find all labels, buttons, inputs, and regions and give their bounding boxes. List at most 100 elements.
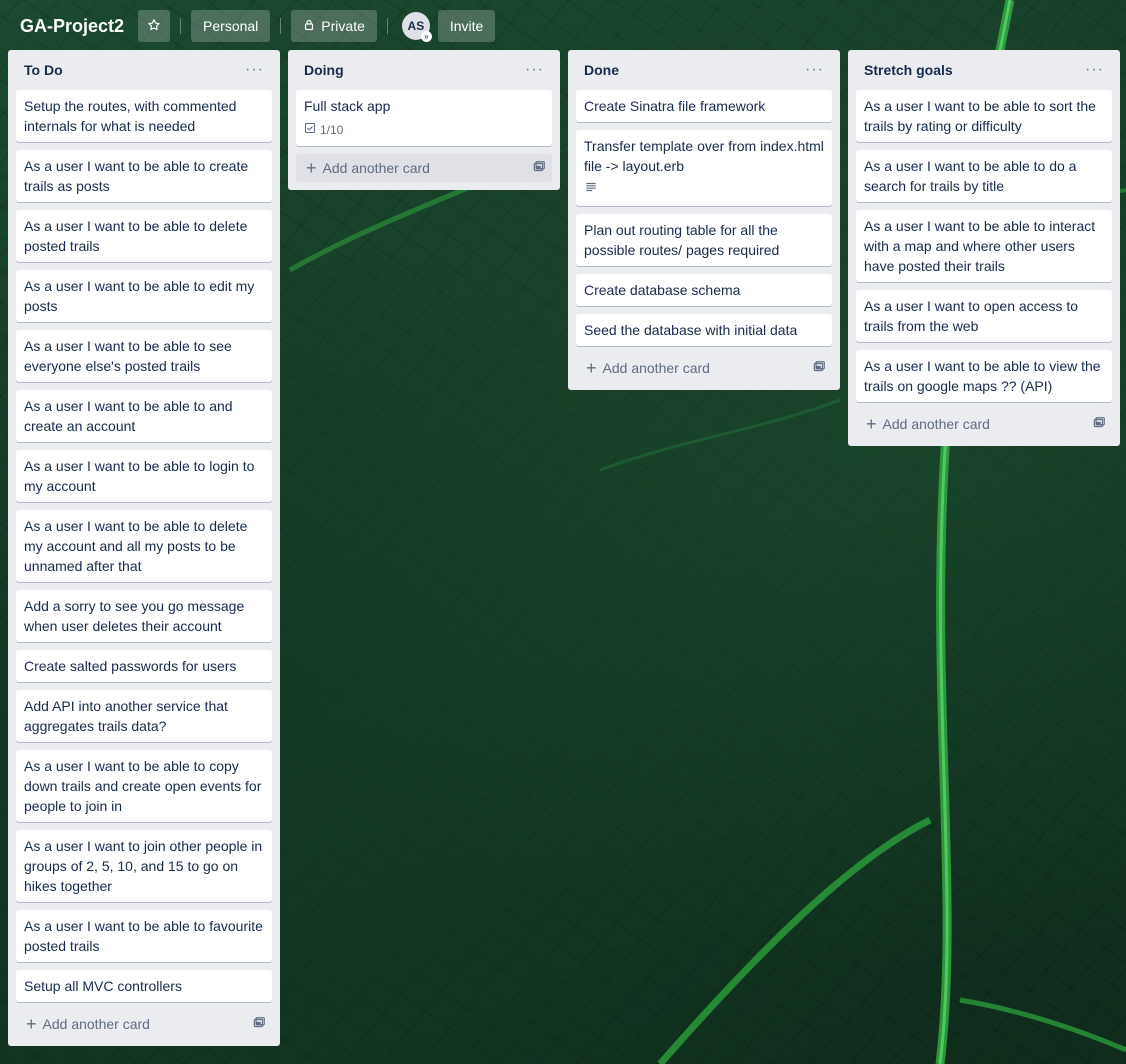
card[interactable]: Create database schema — [576, 274, 832, 306]
list-title[interactable]: Done — [584, 62, 619, 78]
header-divider — [386, 18, 388, 34]
card-title: Setup all MVC controllers — [24, 978, 182, 994]
board-title[interactable]: GA-Project2 — [20, 16, 124, 37]
checklist-count: 1/10 — [320, 123, 344, 137]
card[interactable]: Setup the routes, with commented interna… — [16, 90, 272, 142]
card[interactable]: Setup all MVC controllers — [16, 970, 272, 1002]
card-badges — [584, 180, 824, 200]
card-title: As a user I want to be able to interact … — [864, 218, 1096, 274]
card-title: As a user I want to be able to see every… — [24, 338, 232, 374]
header-divider — [180, 18, 182, 34]
list-to-do: To Do ··· Setup the routes, with comment… — [8, 50, 280, 1046]
add-card-button[interactable]: + Add another card — [296, 154, 552, 182]
card-title: Full stack app — [304, 98, 391, 114]
invite-button[interactable]: Invite — [437, 10, 496, 42]
card-title: As a user I want to open access to trail… — [864, 298, 1079, 334]
card[interactable]: Create Sinatra file framework — [576, 90, 832, 122]
list-done: Done ··· Create Sinatra file framework T… — [568, 50, 840, 390]
card[interactable]: Transfer template over from index.html f… — [576, 130, 832, 206]
card[interactable]: As a user I want to be able to sort the … — [856, 90, 1112, 142]
card-title: Add a sorry to see you go message when u… — [24, 598, 245, 634]
header-divider — [280, 18, 282, 34]
card[interactable]: As a user I want to be able to delete my… — [16, 510, 272, 582]
card-title: As a user I want to join other people in… — [24, 838, 263, 894]
list-title[interactable]: Stretch goals — [864, 62, 953, 78]
card-title: Seed the database with initial data — [584, 322, 798, 338]
lock-icon — [303, 18, 315, 34]
more-horizontal-icon[interactable]: ··· — [805, 61, 824, 79]
card-title: As a user I want to be able to copy down… — [24, 758, 262, 814]
card-title: As a user I want to be able to and creat… — [24, 398, 233, 434]
card[interactable]: As a user I want to be able to favourite… — [16, 910, 272, 962]
list-title[interactable]: Doing — [304, 62, 344, 78]
more-horizontal-icon[interactable]: ··· — [1085, 61, 1104, 79]
star-button[interactable] — [138, 10, 171, 42]
list-header: Doing ··· — [296, 50, 552, 90]
card-template-icon[interactable] — [1092, 416, 1106, 433]
card[interactable]: Full stack app 1/10 — [296, 90, 552, 146]
privacy-button[interactable]: Private — [291, 10, 377, 42]
card[interactable]: As a user I want to be able to create tr… — [16, 150, 272, 202]
add-card-label: Add another card — [602, 360, 710, 376]
add-card-label: Add another card — [322, 160, 430, 176]
card-title: Setup the routes, with commented interna… — [24, 98, 237, 134]
team-visibility-label: Personal — [203, 18, 259, 34]
list-title[interactable]: To Do — [24, 62, 63, 78]
team-visibility-button[interactable]: Personal — [191, 10, 271, 42]
card[interactable]: As a user I want to be able to do a sear… — [856, 150, 1112, 202]
plus-icon: + — [26, 1014, 37, 1034]
card[interactable]: As a user I want to be able to login to … — [16, 450, 272, 502]
card[interactable]: Add a sorry to see you go message when u… — [16, 590, 272, 642]
card[interactable]: As a user I want to be able to copy down… — [16, 750, 272, 822]
card[interactable]: Seed the database with initial data — [576, 314, 832, 346]
plus-icon: + — [586, 358, 597, 378]
card[interactable]: Add API into another service that aggreg… — [16, 690, 272, 742]
list-doing: Doing ··· Full stack app 1/10 + Add anot… — [288, 50, 560, 190]
list-stretch-goals: Stretch goals ··· As a user I want to be… — [848, 50, 1120, 446]
card-title: As a user I want to be able to do a sear… — [864, 158, 1077, 194]
plus-icon: + — [866, 414, 877, 434]
avatar-initials: AS — [407, 19, 425, 33]
card-template-icon[interactable] — [812, 360, 826, 377]
card-title: As a user I want to be able to delete po… — [24, 218, 248, 254]
list-header: Done ··· — [576, 50, 832, 90]
card-template-icon[interactable] — [532, 160, 546, 177]
description-icon — [584, 180, 598, 200]
card-badges: 1/10 — [304, 120, 544, 140]
card[interactable]: As a user I want to be able to interact … — [856, 210, 1112, 282]
invite-label: Invite — [449, 18, 484, 34]
card-title: As a user I want to be able to delete my… — [24, 518, 248, 574]
card[interactable]: As a user I want to be able to and creat… — [16, 390, 272, 442]
card-title: As a user I want to be able to edit my p… — [24, 278, 255, 314]
avatar[interactable]: AS » — [401, 12, 432, 42]
star-icon — [147, 18, 161, 35]
card[interactable]: As a user I want to be able to edit my p… — [16, 270, 272, 322]
list-header: Stretch goals ··· — [856, 50, 1112, 90]
add-card-button[interactable]: + Add another card — [16, 1010, 272, 1038]
card[interactable]: As a user I want to be able to see every… — [16, 330, 272, 382]
add-card-button[interactable]: + Add another card — [856, 410, 1112, 438]
card-title: Transfer template over from index.html f… — [584, 138, 824, 174]
card-title: Create database schema — [584, 282, 741, 298]
more-horizontal-icon[interactable]: ··· — [245, 61, 264, 79]
card[interactable]: As a user I want to open access to trail… — [856, 290, 1112, 342]
add-card-button[interactable]: + Add another card — [576, 354, 832, 382]
add-card-label: Add another card — [42, 1016, 150, 1032]
card-title: Create salted passwords for users — [24, 658, 237, 674]
add-card-label: Add another card — [882, 416, 990, 432]
card-title: As a user I want to be able to view the … — [864, 358, 1101, 394]
checklist-icon — [304, 120, 316, 140]
privacy-label: Private — [321, 18, 365, 34]
card[interactable]: Create salted passwords for users — [16, 650, 272, 682]
card-title: As a user I want to be able to login to … — [24, 458, 255, 494]
card-title: Plan out routing table for all the possi… — [584, 222, 780, 258]
card[interactable]: As a user I want to be able to delete po… — [16, 210, 272, 262]
card-template-icon[interactable] — [252, 1016, 266, 1033]
card[interactable]: As a user I want to join other people in… — [16, 830, 272, 902]
more-horizontal-icon[interactable]: ··· — [525, 61, 544, 79]
list-header: To Do ··· — [16, 50, 272, 90]
card[interactable]: As a user I want to be able to view the … — [856, 350, 1112, 402]
admin-chevron-icon: » — [420, 31, 432, 42]
card-title: Create Sinatra file framework — [584, 98, 766, 114]
card[interactable]: Plan out routing table for all the possi… — [576, 214, 832, 266]
